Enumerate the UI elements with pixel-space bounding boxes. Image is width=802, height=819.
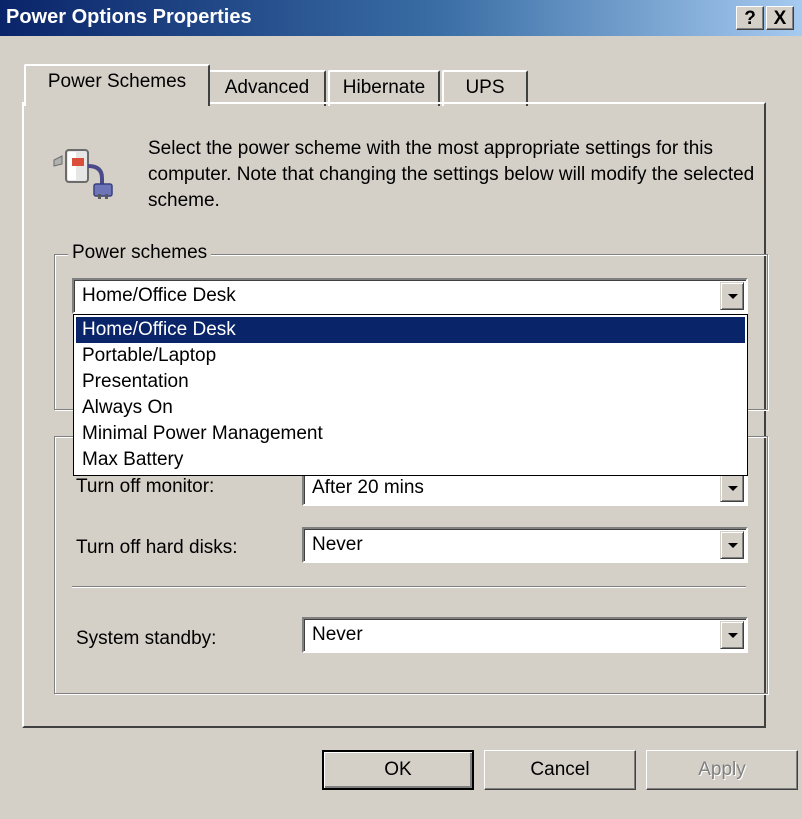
dropdown-option[interactable]: Portable/Laptop bbox=[76, 343, 745, 369]
power-scheme-value: Home/Office Desk bbox=[82, 285, 236, 306]
power-scheme-dropdown[interactable]: Home/Office Desk Portable/Laptop Present… bbox=[73, 314, 748, 476]
chevron-down-icon[interactable] bbox=[720, 474, 744, 502]
window-title: Power Options Properties bbox=[6, 6, 252, 28]
hard-disks-label: Turn off hard disks: bbox=[76, 537, 238, 558]
dropdown-option[interactable]: Home/Office Desk bbox=[76, 317, 745, 343]
chevron-down-icon[interactable] bbox=[720, 531, 744, 559]
tab-advanced[interactable]: Advanced bbox=[208, 70, 326, 106]
hard-disks-select[interactable]: Never bbox=[302, 527, 748, 563]
cancel-button[interactable]: Cancel bbox=[484, 750, 636, 790]
standby-label: System standby: bbox=[76, 628, 217, 649]
tab-hibernate[interactable]: Hibernate bbox=[328, 70, 440, 106]
settings-divider bbox=[72, 586, 746, 588]
dropdown-option[interactable]: Max Battery bbox=[76, 447, 745, 473]
monitor-value: After 20 mins bbox=[312, 477, 424, 498]
chevron-down-icon[interactable] bbox=[720, 621, 744, 649]
standby-select[interactable]: Never bbox=[302, 617, 748, 653]
ok-button[interactable]: OK bbox=[322, 750, 474, 790]
intro-description: Select the power scheme with the most ap… bbox=[148, 138, 755, 211]
tab-ups[interactable]: UPS bbox=[442, 70, 528, 106]
dropdown-option[interactable]: Presentation bbox=[76, 369, 745, 395]
chevron-down-icon[interactable] bbox=[720, 282, 744, 310]
power-scheme-select[interactable]: Home/Office Desk bbox=[72, 278, 748, 314]
close-button[interactable]: X bbox=[766, 6, 794, 30]
tab-power-schemes[interactable]: Power Schemes bbox=[24, 64, 210, 106]
power-schemes-label: Power schemes bbox=[68, 242, 212, 264]
power-plug-icon bbox=[53, 149, 113, 199]
standby-value: Never bbox=[312, 624, 363, 645]
help-button[interactable]: ? bbox=[736, 6, 764, 30]
hard-disks-value: Never bbox=[312, 534, 363, 555]
monitor-label: Turn off monitor: bbox=[76, 476, 215, 497]
dropdown-option[interactable]: Minimal Power Management bbox=[76, 421, 745, 447]
apply-button[interactable]: Apply bbox=[646, 750, 798, 790]
dropdown-option[interactable]: Always On bbox=[76, 395, 745, 421]
